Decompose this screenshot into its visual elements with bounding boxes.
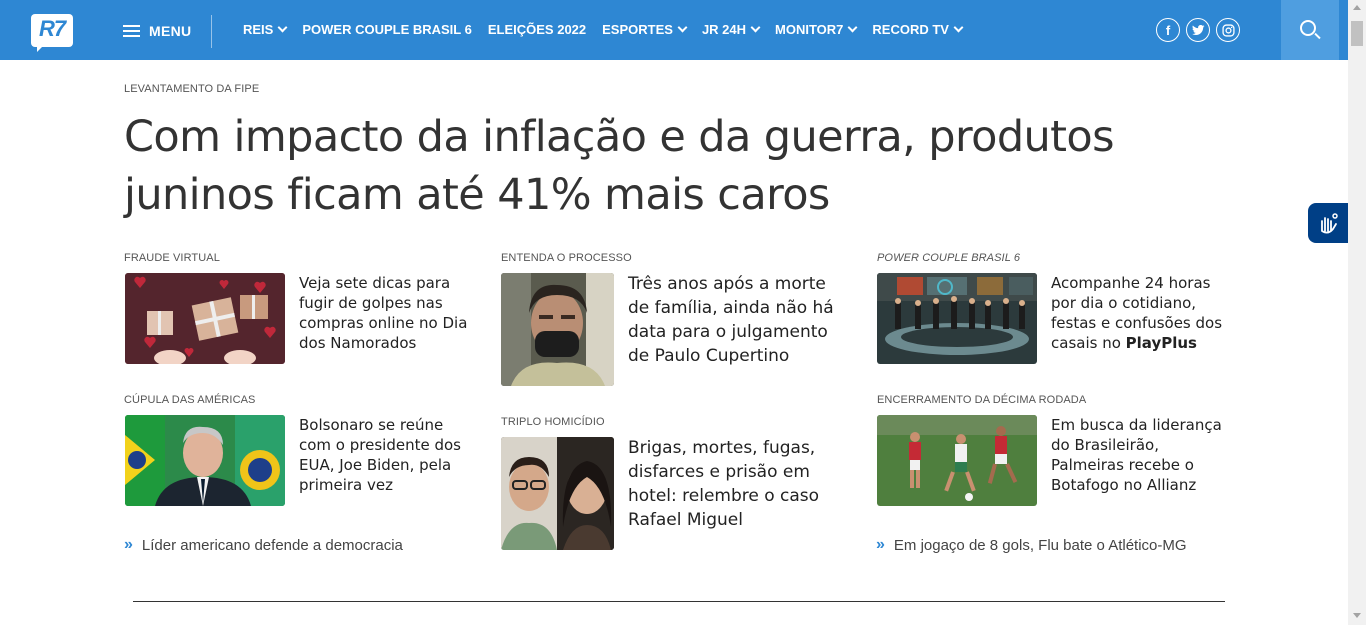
playplus-brand: PlayPlus (1125, 334, 1197, 352)
headline-line: juninos ficam até 41% mais caros (124, 170, 830, 220)
main-nav: REIS POWER COUPLE BRASIL 6 ELEIÇÕES 2022… (243, 22, 978, 37)
card-kicker: FRAUDE VIRTUAL (124, 252, 220, 264)
logo-text: R7 (38, 16, 66, 41)
related-link-text: Em jogaço de 8 gols, Flu bate o Atlético… (893, 536, 1187, 554)
card-title[interactable]: Bolsonaro se reúne com o presidente dos … (299, 415, 484, 495)
title-line: EUA, Joe Biden, pela (299, 456, 452, 474)
title-line: Veja sete dicas para (299, 274, 451, 292)
instagram-icon[interactable] (1216, 18, 1240, 42)
title-line: Rafael Miguel (628, 510, 743, 530)
nav-label: RECORD TV (872, 22, 949, 37)
related-link-text: Líder americano defende a democracia (141, 536, 403, 554)
nav-label: MONITOR7 (775, 22, 844, 37)
nav-item-jr24h[interactable]: JR 24H (701, 22, 761, 37)
section-divider (133, 601, 1225, 602)
title-line: festas e confusões dos (1051, 314, 1223, 332)
card-kicker: TRIPLO HOMICÍDIO (501, 416, 605, 428)
card-title[interactable]: Três anos após a morte de família, ainda… (628, 272, 853, 368)
title-line: Em busca da liderança (1051, 416, 1222, 434)
chevron-down-icon (847, 22, 858, 33)
title-line: compras online no Dia (299, 314, 468, 332)
chevron-down-icon (277, 22, 288, 33)
title-line: casais no PlayPlus (1051, 333, 1236, 353)
search-icon-handle (1314, 32, 1321, 40)
nav-item-reis[interactable]: REIS (243, 22, 288, 37)
title-line: primeira vez (299, 476, 393, 494)
card-title[interactable]: Brigas, mortes, fugas, disfarces e prisã… (628, 436, 853, 532)
nav-label: POWER COUPLE BRASIL 6 (302, 22, 472, 37)
nav-item-power-couple[interactable]: POWER COUPLE BRASIL 6 (302, 22, 472, 37)
sign-language-hands-icon (1321, 213, 1338, 234)
title-line: Brigas, mortes, fugas, (628, 438, 816, 458)
page-scrollbar[interactable] (1348, 0, 1366, 625)
r7-logo[interactable]: R7 (31, 14, 73, 52)
title-text: casais no (1051, 334, 1126, 352)
title-line: Bolsonaro se reúne (299, 416, 444, 434)
title-line: Botafogo no Allianz (1051, 476, 1197, 494)
header-divider (211, 15, 212, 48)
scroll-down-arrow-icon[interactable] (1353, 613, 1361, 618)
card-title[interactable]: Veja sete dicas para fugir de golpes nas… (299, 273, 484, 353)
title-line: dos Namorados (299, 334, 417, 352)
hamburger-icon (123, 24, 140, 38)
tv-studio-image[interactable] (877, 273, 1037, 364)
related-link[interactable]: » Em jogaço de 8 gols, Flu bate o Atléti… (876, 536, 1187, 554)
title-line: Três anos após a morte (628, 274, 826, 294)
scrollbar-thumb[interactable] (1351, 21, 1363, 46)
card-kicker: CÚPULA DAS AMÉRICAS (124, 394, 256, 406)
top-story-headline[interactable]: Com impacto da inflação e da guerra, pro… (124, 108, 1174, 224)
title-line: do Brasileirão, (1051, 436, 1159, 454)
nav-item-esportes[interactable]: ESPORTES (602, 22, 688, 37)
related-link[interactable]: » Líder americano defende a democracia (124, 536, 403, 554)
top-story-kicker: LEVANTAMENTO DA FIPE (124, 83, 260, 95)
headline-line: Com impacto da inflação e da guerra, pro… (124, 112, 1115, 162)
nav-label: ELEIÇÕES 2022 (487, 22, 587, 37)
soccer-image[interactable] (877, 415, 1037, 506)
couple-image[interactable] (501, 437, 614, 550)
title-line: data para o julgamento (628, 322, 828, 342)
libras-accessibility-button[interactable] (1308, 203, 1348, 243)
card-kicker: ENTENDA O PROCESSO (501, 252, 632, 264)
title-line: disfarces e prisão em (628, 462, 810, 482)
title-line: Acompanhe 24 horas (1051, 274, 1211, 292)
nav-item-eleicoes[interactable]: ELEIÇÕES 2022 (488, 22, 586, 37)
menu-button[interactable]: MENU (123, 20, 191, 42)
card-kicker: POWER COUPLE BRASIL 6 (877, 252, 1021, 264)
social-links: f (1156, 18, 1240, 42)
logo-tail (37, 44, 45, 52)
card-title[interactable]: Acompanhe 24 horas por dia o cotidiano, … (1051, 273, 1236, 353)
president-image[interactable] (125, 415, 285, 506)
chevron-down-icon (750, 22, 761, 33)
nav-label: REIS (243, 22, 274, 37)
man-mask-image[interactable] (501, 273, 614, 386)
title-line: com o presidente dos (299, 436, 461, 454)
title-line: de Paulo Cupertino (628, 346, 790, 366)
title-line: de família, ainda não há (628, 298, 834, 318)
twitter-icon[interactable] (1186, 18, 1210, 42)
nav-item-record-tv[interactable]: RECORD TV (872, 22, 964, 37)
facebook-icon[interactable]: f (1156, 18, 1180, 42)
nav-item-monitor7[interactable]: MONITOR7 (775, 22, 858, 37)
menu-label: MENU (149, 23, 192, 39)
card-kicker: ENCERRAMENTO DA DÉCIMA RODADA (877, 394, 1087, 406)
nav-label: ESPORTES (602, 22, 673, 37)
scroll-up-arrow-icon[interactable] (1353, 5, 1361, 10)
chevron-down-icon (677, 22, 688, 33)
title-line: hotel: relembre o caso (628, 486, 820, 506)
card-title[interactable]: Em busca da liderança do Brasileirão, Pa… (1051, 415, 1236, 495)
double-chevron-right-icon: » (876, 536, 885, 553)
double-chevron-right-icon: » (124, 536, 133, 553)
nav-label: JR 24H (701, 22, 747, 37)
title-line: fugir de golpes nas (299, 294, 443, 312)
title-line: Palmeiras recebe o (1051, 456, 1194, 474)
title-line: por dia o cotidiano, (1051, 294, 1197, 312)
top-navigation-bar: R7 MENU REIS POWER COUPLE BRASIL 6 ELEIÇ… (0, 0, 1348, 60)
gift-image[interactable] (125, 273, 285, 364)
chevron-down-icon (953, 22, 964, 33)
search-button[interactable] (1281, 0, 1339, 60)
